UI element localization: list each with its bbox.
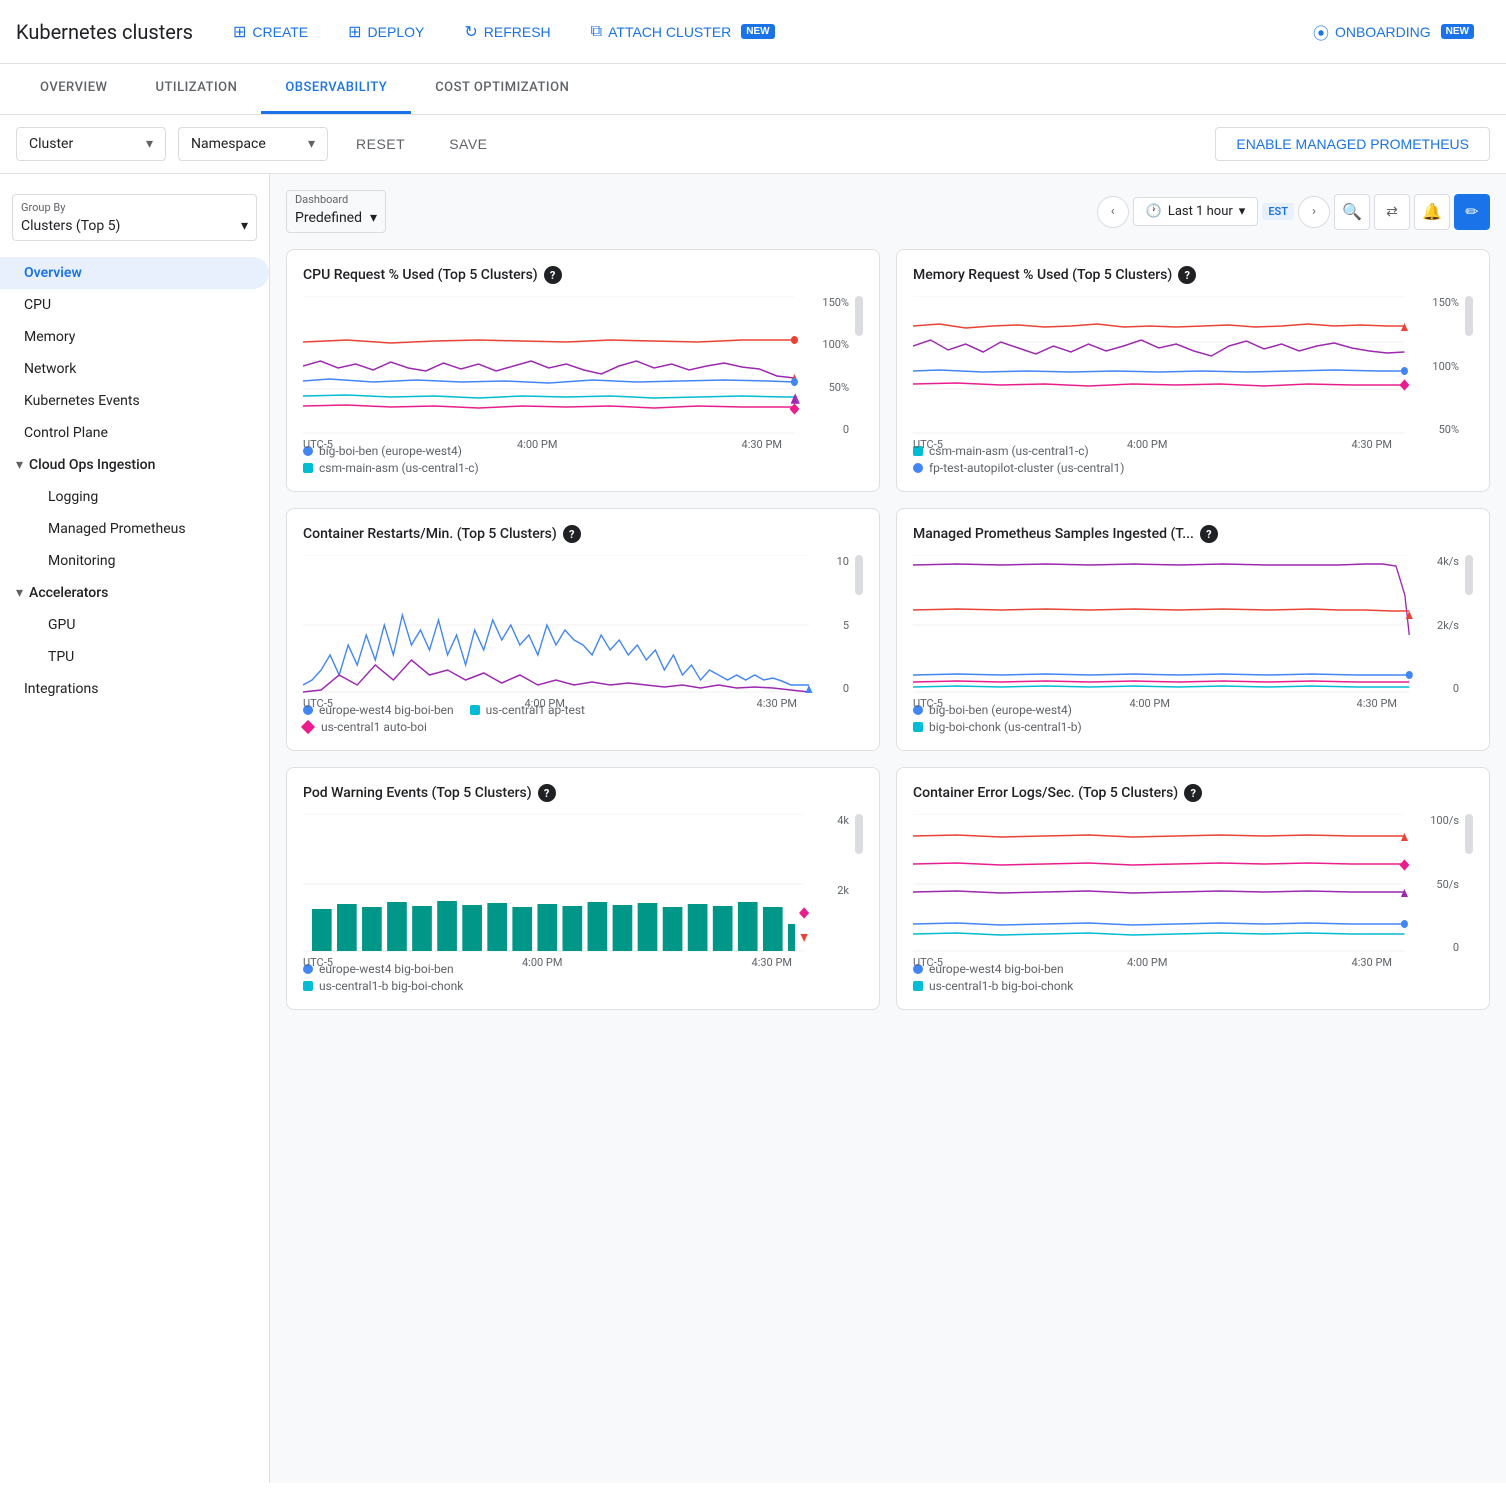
chart-cpu-title: CPU Request % Used (Top 5 Clusters) ? bbox=[303, 266, 863, 284]
time-nav-prev-button[interactable]: ‹ bbox=[1097, 196, 1129, 228]
timezone-badge: EST bbox=[1262, 203, 1294, 220]
memory-chart-area: UTC-5 4:00 PM 4:30 PM bbox=[913, 296, 1422, 436]
chart-container-restarts: Container Restarts/Min. (Top 5 Clusters)… bbox=[286, 508, 880, 751]
alert-button[interactable]: 🔔 bbox=[1414, 194, 1450, 230]
restarts-chart-area: UTC-5 4:00 PM 4:30 PM bbox=[303, 555, 827, 695]
attach-new-badge: NEW bbox=[741, 24, 774, 39]
sidebar-item-monitoring[interactable]: Monitoring bbox=[0, 545, 269, 577]
onboarding-new-badge: NEW bbox=[1441, 24, 1474, 39]
sidebar-item-memory[interactable]: Memory bbox=[0, 321, 269, 353]
accelerators-chevron-icon: ▾ bbox=[16, 585, 23, 601]
cpu-help-icon[interactable]: ? bbox=[544, 266, 562, 284]
chart-managed-prometheus: Managed Prometheus Samples Ingested (T..… bbox=[896, 508, 1490, 751]
sidebar-item-kubernetes-events[interactable]: Kubernetes Events bbox=[0, 385, 269, 417]
header: Kubernetes clusters ⊞ CREATE ⊞ DEPLOY ↻ … bbox=[0, 0, 1506, 64]
sidebar-item-gpu[interactable]: GPU bbox=[0, 609, 269, 641]
memory-chart-scrollbar[interactable] bbox=[1465, 296, 1473, 336]
time-nav-next-button[interactable]: › bbox=[1298, 196, 1330, 228]
group-by-chevron-icon: ▾ bbox=[241, 218, 248, 234]
reset-button[interactable]: RESET bbox=[340, 128, 421, 160]
refresh-icon: ↻ bbox=[464, 22, 477, 42]
deploy-icon: ⊞ bbox=[348, 22, 361, 42]
sidebar-item-tpu[interactable]: TPU bbox=[0, 641, 269, 673]
onboarding-button[interactable]: ⦿ ONBOARDING NEW bbox=[1297, 12, 1490, 52]
filter-bar: Cluster ▾ Namespace ▾ RESET SAVE ENABLE … bbox=[0, 115, 1506, 174]
chart-pod-title: Pod Warning Events (Top 5 Clusters) ? bbox=[303, 784, 863, 802]
dashboard-controls: Dashboard Predefined ▾ ‹ 🕐 Last 1 hour ▾… bbox=[286, 190, 1490, 233]
sidebar-item-control-plane[interactable]: Control Plane bbox=[0, 417, 269, 449]
bell-icon: 🔔 bbox=[1422, 202, 1442, 221]
compare-icon: ⇄ bbox=[1386, 204, 1398, 220]
sidebar-item-network[interactable]: Network bbox=[0, 353, 269, 385]
dashboard-select-control[interactable]: Predefined ▾ bbox=[295, 206, 377, 230]
sidebar: Group By Clusters (Top 5) ▾ Overview CPU… bbox=[0, 174, 270, 1483]
refresh-button[interactable]: ↻ REFRESH bbox=[448, 14, 566, 50]
page-title: Kubernetes clusters bbox=[16, 20, 193, 44]
restarts-help-icon[interactable]: ? bbox=[563, 525, 581, 543]
prometheus-help-icon[interactable]: ? bbox=[1200, 525, 1218, 543]
pod-help-icon[interactable]: ? bbox=[538, 784, 556, 802]
group-by-box: Group By Clusters (Top 5) ▾ bbox=[12, 194, 257, 241]
chart-prometheus-title: Managed Prometheus Samples Ingested (T..… bbox=[913, 525, 1473, 543]
chart-restarts-title: Container Restarts/Min. (Top 5 Clusters)… bbox=[303, 525, 863, 543]
main-content: Group By Clusters (Top 5) ▾ Overview CPU… bbox=[0, 174, 1506, 1483]
clock-icon: 🕐 bbox=[1146, 204, 1162, 219]
cpu-chart-scrollbar[interactable] bbox=[855, 296, 863, 336]
search-icon: 🔍 bbox=[1342, 202, 1362, 221]
dashboard-selector[interactable]: Dashboard Predefined ▾ bbox=[286, 190, 386, 233]
time-range-button[interactable]: 🕐 Last 1 hour ▾ bbox=[1133, 197, 1259, 226]
tab-cost-optimization[interactable]: COST OPTIMIZATION bbox=[411, 64, 593, 114]
tab-bar: OVERVIEW UTILIZATION OBSERVABILITY COST … bbox=[0, 64, 1506, 115]
compare-button[interactable]: ⇄ bbox=[1374, 194, 1410, 230]
chart-cpu-request: CPU Request % Used (Top 5 Clusters) ? bbox=[286, 249, 880, 492]
time-controls: ‹ 🕐 Last 1 hour ▾ EST › 🔍 ⇄ 🔔 bbox=[1097, 194, 1490, 230]
create-icon: ⊞ bbox=[233, 22, 246, 42]
restarts-chart-scrollbar[interactable] bbox=[855, 555, 863, 595]
error-chart-scrollbar[interactable] bbox=[1465, 814, 1473, 854]
tab-utilization[interactable]: UTILIZATION bbox=[131, 64, 261, 114]
cluster-chevron-icon: ▾ bbox=[146, 136, 153, 152]
sidebar-item-integrations[interactable]: Integrations bbox=[0, 673, 269, 705]
sidebar-item-cpu[interactable]: CPU bbox=[0, 289, 269, 321]
memory-help-icon[interactable]: ? bbox=[1178, 266, 1196, 284]
edit-icon: ✏ bbox=[1465, 202, 1478, 221]
namespace-chevron-icon: ▾ bbox=[308, 136, 315, 152]
prometheus-chart-area: UTC-5 4:00 PM 4:30 PM bbox=[913, 555, 1427, 695]
time-chevron-icon: ▾ bbox=[1239, 204, 1246, 219]
error-chart-area: UTC-5 4:00 PM 4:30 PM bbox=[913, 814, 1422, 954]
cluster-dropdown[interactable]: Cluster ▾ bbox=[16, 127, 166, 161]
attach-cluster-button[interactable]: ⧉ ATTACH CLUSTER NEW bbox=[575, 15, 791, 49]
chart-pod-warning: Pod Warning Events (Top 5 Clusters) ? bbox=[286, 767, 880, 1010]
sidebar-item-managed-prometheus[interactable]: Managed Prometheus bbox=[0, 513, 269, 545]
onboarding-icon: ⦿ bbox=[1313, 20, 1329, 44]
pod-chart-area: UTC-5 4:00 PM 4:30 PM bbox=[303, 814, 822, 954]
chart-error-title: Container Error Logs/Sec. (Top 5 Cluster… bbox=[913, 784, 1473, 802]
chart-memory-title: Memory Request % Used (Top 5 Clusters) ? bbox=[913, 266, 1473, 284]
cpu-chart-area: UTC-5 4:00 PM 4:30 PM bbox=[303, 296, 812, 436]
chart-memory-request: Memory Request % Used (Top 5 Clusters) ? bbox=[896, 249, 1490, 492]
dashboard-chevron-icon: ▾ bbox=[370, 210, 377, 226]
group-by-select[interactable]: Clusters (Top 5) ▾ bbox=[21, 218, 248, 234]
create-button[interactable]: ⊞ CREATE bbox=[217, 14, 324, 50]
sidebar-section-accelerators[interactable]: ▾ Accelerators bbox=[0, 577, 269, 609]
pod-chart-scrollbar[interactable] bbox=[855, 814, 863, 854]
charts-grid: CPU Request % Used (Top 5 Clusters) ? bbox=[286, 249, 1490, 1010]
error-help-icon[interactable]: ? bbox=[1184, 784, 1202, 802]
prometheus-chart-scrollbar[interactable] bbox=[1465, 555, 1473, 595]
deploy-button[interactable]: ⊞ DEPLOY bbox=[332, 14, 440, 50]
chart-container-error: Container Error Logs/Sec. (Top 5 Cluster… bbox=[896, 767, 1490, 1010]
cloud-ops-chevron-icon: ▾ bbox=[16, 457, 23, 473]
enable-prometheus-button[interactable]: ENABLE MANAGED PROMETHEUS bbox=[1215, 127, 1490, 161]
save-button[interactable]: SAVE bbox=[433, 128, 503, 160]
sidebar-item-logging[interactable]: Logging bbox=[0, 481, 269, 513]
sidebar-item-overview[interactable]: Overview bbox=[0, 257, 269, 289]
attach-icon: ⧉ bbox=[591, 23, 602, 41]
search-button[interactable]: 🔍 bbox=[1334, 194, 1370, 230]
content-area: Dashboard Predefined ▾ ‹ 🕐 Last 1 hour ▾… bbox=[270, 174, 1506, 1483]
sidebar-section-cloud-ops[interactable]: ▾ Cloud Ops Ingestion bbox=[0, 449, 269, 481]
tab-overview[interactable]: OVERVIEW bbox=[16, 64, 131, 114]
namespace-dropdown[interactable]: Namespace ▾ bbox=[178, 127, 328, 161]
edit-button[interactable]: ✏ bbox=[1454, 194, 1490, 230]
tab-observability[interactable]: OBSERVABILITY bbox=[261, 64, 411, 114]
